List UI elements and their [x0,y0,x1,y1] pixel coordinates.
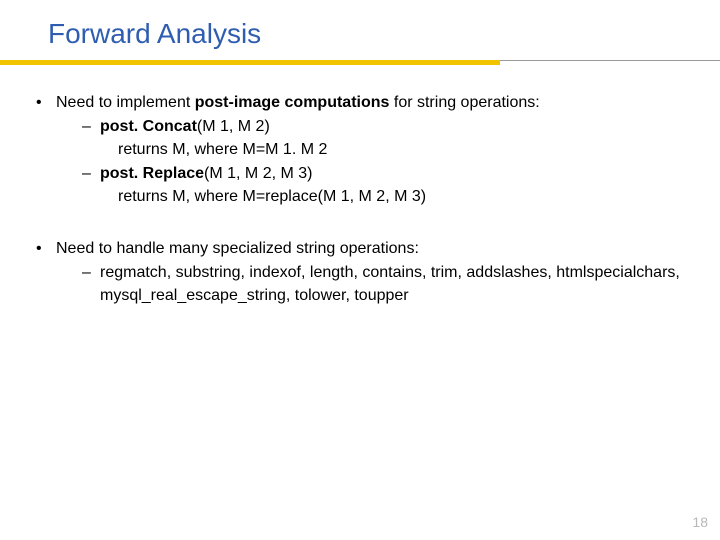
concat-return: returns M, where M=M 1. M 2 [100,139,680,161]
sub-replace: post. Replace(M 1, M 2, M 3) returns M, … [82,163,680,208]
slide-content: Need to implement post-image computation… [0,92,720,307]
concat-head: post. Concat [100,118,197,135]
replace-args: (M 1, M 2, M 3) [204,165,312,182]
replace-head: post. Replace [100,165,204,182]
bullet-specialized: Need to handle many specialized string o… [36,238,680,307]
bullet-post-image: Need to implement post-image computation… [36,92,680,208]
replace-return: returns M, where M=replace(M 1, M 2, M 3… [100,186,680,208]
bullet1-lead: Need to implement [56,94,195,111]
divider-yellow [0,60,500,65]
bullet1-emph: post-image computations [195,94,390,111]
slide: Forward Analysis Need to implement post-… [0,0,720,540]
sub-ops-list: regmatch, substring, indexof, length, co… [82,262,680,307]
bullet1-tail: for string operations: [389,94,539,111]
page-number: 18 [692,514,708,530]
title-divider [0,60,720,66]
concat-args: (M 1, M 2) [197,118,270,135]
sub-concat: post. Concat(M 1, M 2) returns M, where … [82,116,680,161]
slide-title: Forward Analysis [0,0,720,60]
bullet2-lead: Need to handle many specialized string o… [56,240,419,257]
